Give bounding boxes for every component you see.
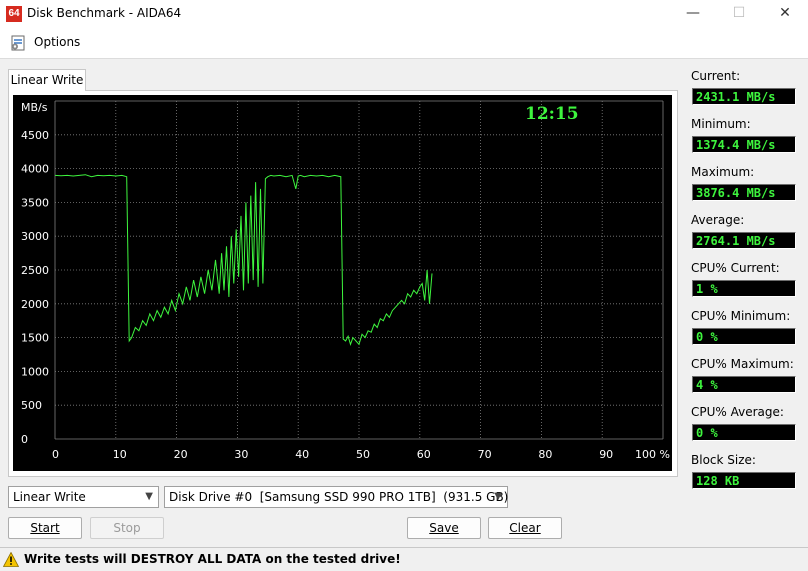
stat-label: Minimum:: [691, 117, 751, 131]
stat-label: CPU% Maximum:: [691, 357, 794, 371]
x-tick-label: 0: [52, 448, 59, 461]
warning-icon: [3, 552, 19, 567]
clear-label: Clear: [509, 521, 541, 535]
benchmark-chart: 0 500 1000 1500 2000 2500 3000 3500 4000 4500 0 10 2…: [13, 95, 672, 471]
write-speed-line: [54, 174, 433, 347]
stat-value: 1 %: [692, 280, 796, 297]
y-tick-label: 3000: [21, 230, 49, 243]
y-axis-label: MB/s: [21, 101, 48, 114]
x-tick-label: 100 %: [635, 448, 670, 461]
stat-label: CPU% Current:: [691, 261, 780, 275]
minimize-button[interactable]: —: [670, 0, 716, 27]
options-menu[interactable]: Options: [34, 35, 80, 49]
stat-value: 0 %: [692, 424, 796, 441]
y-tick-label: 4000: [21, 163, 49, 176]
x-tick-label: 40: [295, 448, 309, 461]
drive-select[interactable]: Disk Drive #0 [Samsung SSD 990 PRO 1TB] …: [164, 486, 508, 508]
app-icon: 64: [6, 6, 22, 22]
test-type-value: Linear Write: [13, 490, 86, 504]
x-tick-label: 70: [478, 448, 492, 461]
stat-value: 2431.1 MB/s: [692, 88, 796, 105]
save-label: Save: [429, 521, 459, 535]
y-tick-label: 3500: [21, 196, 49, 209]
test-type-select[interactable]: Linear Write ▼: [8, 486, 159, 508]
title-bar: 64 Disk Benchmark - AIDA64 — ☐ ✕: [0, 0, 808, 27]
y-tick-label: 4500: [21, 129, 49, 142]
start-button[interactable]: Start: [8, 517, 82, 539]
x-tick-label: 10: [113, 448, 127, 461]
x-tick-label: 80: [538, 448, 552, 461]
stat-label: CPU% Minimum:: [691, 309, 791, 323]
y-tick-label: 1000: [21, 365, 49, 378]
tab-linear-write[interactable]: Linear Write: [8, 69, 86, 91]
stat-label: Current:: [691, 69, 741, 83]
stat-value: 128 KB: [692, 472, 796, 489]
chevron-down-icon: ▼: [145, 491, 153, 502]
stop-button[interactable]: Stop: [90, 517, 164, 539]
stat-value: 3876.4 MB/s: [692, 184, 796, 201]
stat-value: 0 %: [692, 328, 796, 345]
menu-bar: Options: [0, 27, 808, 59]
y-tick-label: 2500: [21, 264, 49, 277]
stat-label: Average:: [691, 213, 745, 227]
window-title: Disk Benchmark - AIDA64: [27, 6, 182, 20]
save-button[interactable]: Save: [407, 517, 481, 539]
chart-grid: [54, 100, 664, 440]
chevron-down-icon: ▼: [494, 491, 502, 502]
x-tick-label: 30: [234, 448, 248, 461]
drive-value: Disk Drive #0 [Samsung SSD 990 PRO 1TB] …: [169, 490, 509, 504]
x-tick-label: 50: [356, 448, 370, 461]
stat-value: 2764.1 MB/s: [692, 232, 796, 249]
stat-label: CPU% Average:: [691, 405, 784, 419]
x-tick-label: 90: [599, 448, 613, 461]
x-tick-label: 20: [174, 448, 188, 461]
y-tick-label: 500: [21, 399, 42, 412]
options-icon[interactable]: [9, 34, 27, 52]
chart-ticks: 0 500 1000 1500 2000 2500 3000 3500 4000 4500 0 10 2…: [21, 129, 670, 461]
stat-label: Block Size:: [691, 453, 756, 467]
stop-label: Stop: [113, 521, 141, 535]
warning-bar: Write tests will DESTROY ALL DATA on the…: [0, 547, 808, 571]
x-tick-label: 60: [417, 448, 431, 461]
y-tick-label: 1500: [21, 332, 49, 345]
close-button[interactable]: ✕: [762, 0, 808, 27]
warning-text: Write tests will DESTROY ALL DATA on the…: [24, 552, 401, 566]
elapsed-time: 12:15: [525, 104, 579, 124]
start-label: Start: [30, 521, 60, 535]
stat-label: Maximum:: [691, 165, 755, 179]
y-tick-label: 2000: [21, 298, 49, 311]
stat-value: 1374.4 MB/s: [692, 136, 796, 153]
stat-value: 4 %: [692, 376, 796, 393]
clear-button[interactable]: Clear: [488, 517, 562, 539]
y-tick-label: 0: [21, 433, 28, 446]
maximize-button[interactable]: ☐: [716, 0, 762, 27]
